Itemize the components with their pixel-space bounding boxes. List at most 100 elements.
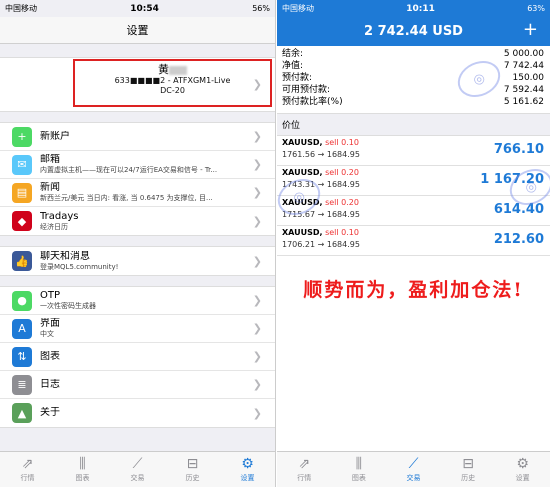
menu-item-text: OTP 一次性密码生成器 (40, 290, 275, 311)
masked-text (169, 65, 187, 75)
profit-title: 2 742.44 USD (364, 24, 463, 39)
status-bar: 中国移动 10:11 63% (277, 0, 550, 17)
tab-icon: ⇗ (21, 456, 34, 472)
menu-item-subtitle: 内置虚拟主机——现在可以24/7运行EA交易和信号 - Tr... (40, 166, 218, 174)
menu-item[interactable]: ⇅ 图表 ❯ (0, 343, 275, 371)
carrier-label: 中国移动 (282, 4, 314, 13)
clock-label: 10:11 (406, 3, 435, 14)
balance-row: 结余: 5 000.00 (282, 48, 544, 60)
position-profit: 614.40 (493, 202, 544, 217)
tab-item[interactable]: ⫼ 图表 (55, 452, 110, 487)
menu-item-icon: ◆ (12, 211, 32, 231)
menu-group-2: 👍 聊天和消息 登录MQL5.community! ❯ (0, 246, 275, 276)
menu-item[interactable]: ▤ 新闻 新西兰元/美元 当日内: 看涨, 当 0.6475 为支撑位, 目... ❯ (0, 179, 275, 207)
menu-item-text: Tradays 经济日历 (40, 211, 275, 232)
menu-item[interactable]: ◆ Tradays 经济日历 ❯ (0, 207, 275, 235)
menu-item-title: 邮箱 (40, 154, 60, 165)
balance-label: 预付款比率(%) (282, 97, 343, 107)
position-side: sell 0.20 (325, 168, 359, 177)
menu-item-icon: A (12, 318, 32, 339)
menu-item-text: 新账户 (40, 131, 275, 143)
add-order-button[interactable]: + (523, 20, 538, 40)
tab-icon: ⊟ (462, 456, 474, 472)
tab-item[interactable]: ⚙ 设置 (495, 452, 550, 487)
menu-group-3: ● OTP 一次性密码生成器 ❯ A 界面 中文 ❯ ⇅ 图表 ❯ ≣ 日志 ❯ ▲ 关于 ❯ (0, 286, 275, 428)
menu-item-subtitle: 经济日历 (40, 222, 68, 231)
menu-item-text: 关于 (40, 407, 275, 419)
carrier-label: 中国移动 (5, 4, 37, 13)
tab-label: 交易 (130, 474, 145, 482)
tab-icon: ⫼ (355, 456, 363, 472)
balance-value: 7 742.44 (503, 61, 544, 71)
chevron-right-icon: ❯ (252, 214, 262, 228)
nav-bar: 设置 (0, 17, 275, 44)
tab-item[interactable]: ⇗ 行情 (0, 452, 55, 487)
balance-label: 净值: (282, 61, 304, 71)
menu-item-text: 新闻 新西兰元/美元 当日内: 看涨, 当 0.6475 为支撑位, 目... (40, 182, 275, 203)
balance-value: 150.00 (512, 73, 545, 83)
balance-value: 5 000.00 (503, 49, 544, 59)
menu-item-text: 聊天和消息 登录MQL5.community! (40, 251, 275, 272)
tab-label: 行情 (20, 474, 35, 482)
menu-item-text: 邮箱 内置虚拟主机——现在可以24/7运行EA交易和信号 - Tr... (40, 154, 275, 175)
menu-item-icon: 👍 (12, 251, 32, 271)
tab-icon: ⊟ (186, 456, 199, 472)
tab-item[interactable]: ⊟ 历史 (441, 452, 496, 487)
chevron-right-icon: ❯ (252, 322, 262, 335)
balance-value: 5 161.62 (503, 97, 544, 107)
chevron-right-icon: ❯ (252, 186, 262, 199)
tab-item[interactable]: ⊟ 历史 (165, 452, 220, 487)
tab-label: 设置 (515, 474, 530, 482)
menu-item-icon: + (12, 126, 32, 147)
position-row[interactable]: XAUUSD, sell 0.10 1706.21 → 1684.95 212.60 (277, 226, 550, 256)
page-title: 设置 (126, 24, 149, 37)
account-server: 633■■■■2 - ATFXGM1-Live (114, 76, 231, 85)
tab-item[interactable]: ⟋ 交易 (386, 452, 441, 487)
clock-label: 10:54 (130, 3, 159, 14)
tab-label: 历史 (185, 474, 200, 482)
tab-label: 设置 (240, 474, 255, 482)
menu-item-subtitle: 中文 (40, 330, 54, 338)
account-name: 黄 (158, 63, 169, 76)
menu-item-title: 图表 (40, 350, 60, 362)
menu-item[interactable]: ● OTP 一次性密码生成器 ❯ (0, 287, 275, 315)
tab-item[interactable]: ⚙ 设置 (220, 452, 275, 487)
menu-item[interactable]: ✉ 邮箱 内置虚拟主机——现在可以24/7运行EA交易和信号 - Tr... ❯ (0, 151, 275, 179)
position-symbol: XAUUSD, (282, 138, 323, 147)
balance-label: 可用预付款: (282, 85, 331, 95)
tab-icon: ⚙ (516, 456, 529, 472)
tab-label: 图表 (351, 474, 366, 482)
slogan-text: 顺势而为，盈利加仓法! (303, 279, 524, 301)
position-side: sell 0.20 (325, 198, 359, 207)
account-card[interactable]: 黄 633■■■■2 - ATFXGM1-Live DC-20 ❯ (0, 57, 275, 112)
position-profit: 766.10 (493, 142, 544, 157)
account-sub: DC-20 (160, 86, 185, 95)
balance-row: 预付款比率(%) 5 161.62 (282, 96, 544, 108)
balance-label: 结余: (282, 49, 304, 59)
balance-value: 7 592.44 (503, 85, 544, 95)
menu-item-title: OTP (40, 290, 61, 301)
tab-label: 历史 (461, 474, 476, 482)
tab-item[interactable]: ⫼ 图表 (332, 452, 387, 487)
chevron-right-icon: ❯ (252, 350, 262, 363)
balance-label: 预付款: (282, 73, 313, 83)
positions-header: 价位 (277, 113, 550, 136)
tab-item[interactable]: ⟋ 交易 (110, 452, 165, 487)
menu-item-text: 界面 中文 (40, 318, 275, 339)
menu-item[interactable]: ▲ 关于 ❯ (0, 399, 275, 427)
menu-item-subtitle: 登录MQL5.community! (40, 262, 119, 271)
position-side: sell 0.10 (325, 228, 359, 237)
menu-item-icon: ● (12, 290, 32, 311)
balance-row: 预付款: 150.00 (282, 72, 544, 84)
tab-icon: ⚙ (241, 456, 254, 472)
menu-item[interactable]: ≣ 日志 ❯ (0, 371, 275, 399)
tab-item[interactable]: ⇗ 行情 (277, 452, 332, 487)
balance-row: 净值: 7 742.44 (282, 60, 544, 72)
menu-item[interactable]: A 界面 中文 ❯ (0, 315, 275, 343)
menu-item[interactable]: + 新账户 ❯ (0, 123, 275, 151)
menu-item-title: 日志 (40, 378, 60, 390)
position-profit: 212.60 (493, 232, 544, 247)
menu-item[interactable]: 👍 聊天和消息 登录MQL5.community! ❯ (0, 247, 275, 275)
nav-bar: 2 742.44 USD + (277, 17, 550, 46)
position-row[interactable]: XAUUSD, sell 0.10 1761.56 → 1684.95 766.10 (277, 136, 550, 166)
